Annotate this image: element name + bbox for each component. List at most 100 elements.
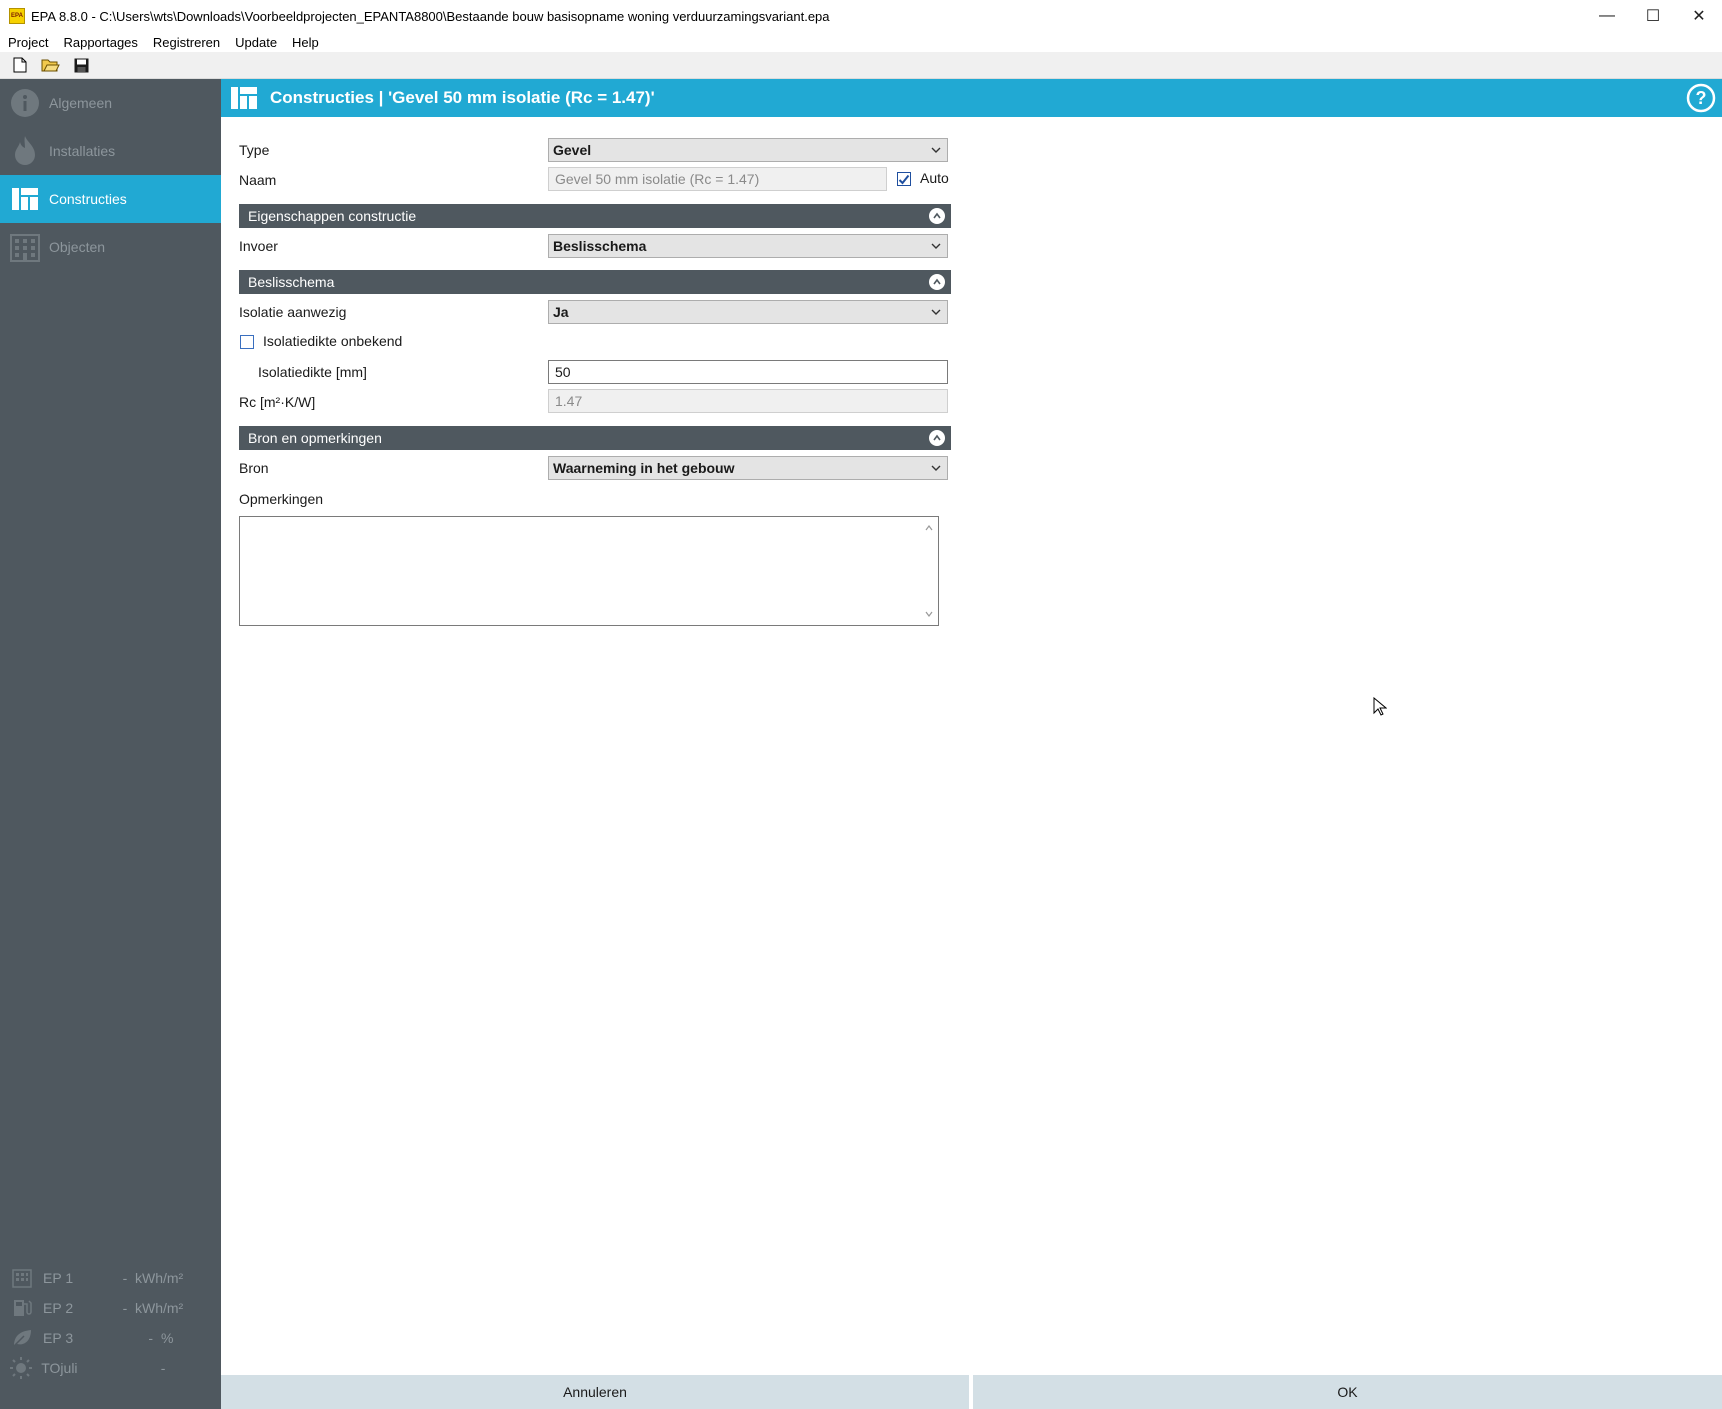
ep1-label: EP 1 xyxy=(43,1270,74,1286)
isolatiedikte-field[interactable]: 50 xyxy=(548,360,948,384)
menu-update[interactable]: Update xyxy=(227,35,284,50)
section-title: Bron en opmerkingen xyxy=(248,430,382,446)
invoer-label: Invoer xyxy=(239,238,278,254)
opmerkingen-textarea[interactable] xyxy=(239,516,939,626)
section-eigenschappen-constructie[interactable]: Eigenschappen constructie xyxy=(239,204,951,228)
ep3-label: EP 3 xyxy=(43,1330,74,1346)
fuel-pump-icon xyxy=(10,1296,34,1320)
building-icon xyxy=(10,1266,34,1290)
building-icon xyxy=(9,231,41,263)
sidebar-item-algemeen[interactable]: Algemeen xyxy=(0,79,221,127)
help-icon[interactable]: ? xyxy=(1686,83,1716,113)
minimize-button[interactable]: — xyxy=(1584,0,1630,32)
menu-bar: Project Rapportages Registreren Update H… xyxy=(0,32,1722,52)
leaf-icon xyxy=(10,1326,34,1350)
isolatiedikte-onbekend-checkbox[interactable] xyxy=(240,335,254,349)
type-label: Type xyxy=(239,142,270,158)
tojuli-label: TOjuli xyxy=(41,1360,78,1376)
isolatiedikte-value: 50 xyxy=(555,364,571,380)
chevron-down-icon xyxy=(931,147,941,153)
layout-icon xyxy=(230,84,258,112)
collapse-icon[interactable] xyxy=(929,430,945,446)
title-bar: EPA EPA 8.8.0 - C:\Users\wts\Downloads\V… xyxy=(0,0,1722,32)
ep1-unit: kWh/m² xyxy=(135,1270,184,1286)
ok-button[interactable]: OK xyxy=(973,1375,1722,1409)
ep3-unit: % xyxy=(161,1330,174,1346)
close-button[interactable]: ✕ xyxy=(1676,0,1722,32)
maximize-button[interactable]: ☐ xyxy=(1630,0,1676,32)
sidebar-item-label: Objecten xyxy=(49,239,106,255)
sidebar-item-label: Algemeen xyxy=(49,95,113,111)
bron-select-value: Waarneming in het gebouw xyxy=(553,460,735,476)
type-select[interactable]: Gevel xyxy=(548,138,948,162)
ep2-label: EP 2 xyxy=(43,1300,74,1316)
app-logo-icon: EPA xyxy=(9,8,25,24)
bron-select[interactable]: Waarneming in het gebouw xyxy=(548,456,948,480)
type-select-value: Gevel xyxy=(553,142,592,158)
bron-label: Bron xyxy=(239,460,269,476)
ep2-row: EP 2 - kWh/m² xyxy=(0,1293,221,1323)
section-title: Eigenschappen constructie xyxy=(248,208,417,224)
tojuli-row: TOjuli - xyxy=(0,1353,221,1383)
sidebar-item-objecten[interactable]: Objecten xyxy=(0,223,221,271)
ep1-value: - xyxy=(122,1270,128,1286)
rc-label: Rc [m²·K/W] xyxy=(239,394,316,410)
new-file-icon[interactable] xyxy=(10,56,29,74)
sidebar: Algemeen Installaties Constructies Objec… xyxy=(0,79,221,1409)
naam-field[interactable]: Gevel 50 mm isolatie (Rc = 1.47) xyxy=(548,167,887,191)
ep2-unit: kWh/m² xyxy=(135,1300,184,1316)
rc-value: 1.47 xyxy=(555,393,583,409)
scroll-up-icon[interactable] xyxy=(924,523,934,533)
ep1-row: EP 1 - kWh/m² xyxy=(0,1263,221,1293)
naam-field-value: Gevel 50 mm isolatie (Rc = 1.47) xyxy=(555,171,760,187)
save-icon[interactable] xyxy=(72,56,91,74)
isolatiedikte-label: Isolatiedikte [mm] xyxy=(258,364,367,380)
sidebar-item-constructies[interactable]: Constructies xyxy=(0,175,221,223)
checkmark-icon xyxy=(898,174,910,185)
chevron-down-icon xyxy=(931,465,941,471)
invoer-select-value: Beslisschema xyxy=(553,238,647,254)
naam-label: Naam xyxy=(239,172,277,188)
window-title: EPA 8.8.0 - C:\Users\wts\Downloads\Voorb… xyxy=(31,8,830,24)
ok-button-label: OK xyxy=(1337,1384,1358,1400)
isolatie-aanwezig-value: Ja xyxy=(553,304,569,320)
page-header: Constructies | 'Gevel 50 mm isolatie (Rc… xyxy=(221,79,1722,117)
flame-icon xyxy=(9,135,41,167)
sidebar-item-label: Constructies xyxy=(49,191,127,207)
toolbar xyxy=(0,52,1722,79)
page-title: Constructies | 'Gevel 50 mm isolatie (Rc… xyxy=(270,88,655,107)
menu-rapportages[interactable]: Rapportages xyxy=(55,35,144,50)
collapse-icon[interactable] xyxy=(929,274,945,290)
tojuli-value: - xyxy=(160,1360,166,1376)
mouse-cursor-icon xyxy=(1373,697,1387,716)
invoer-select[interactable]: Beslisschema xyxy=(548,234,948,258)
section-beslisschema[interactable]: Beslisschema xyxy=(239,270,951,294)
menu-registreren[interactable]: Registreren xyxy=(145,35,227,50)
scroll-down-icon[interactable] xyxy=(924,609,934,619)
ep2-value: - xyxy=(122,1300,128,1316)
cancel-button-label: Annuleren xyxy=(563,1384,627,1400)
section-title: Beslisschema xyxy=(248,274,335,290)
open-folder-icon[interactable] xyxy=(41,56,60,74)
collapse-icon[interactable] xyxy=(929,208,945,224)
layout-icon xyxy=(9,183,41,215)
sun-icon xyxy=(10,1356,33,1380)
chevron-down-icon xyxy=(931,309,941,315)
section-bron-en-opmerkingen[interactable]: Bron en opmerkingen xyxy=(239,426,951,450)
ep3-row: EP 3 - % xyxy=(0,1323,221,1353)
svg-text:?: ? xyxy=(1696,88,1707,108)
sidebar-item-installaties[interactable]: Installaties xyxy=(0,127,221,175)
menu-help[interactable]: Help xyxy=(284,35,326,50)
opmerkingen-label: Opmerkingen xyxy=(239,491,324,507)
cancel-button[interactable]: Annuleren xyxy=(221,1375,969,1409)
menu-project[interactable]: Project xyxy=(0,35,55,50)
chevron-down-icon xyxy=(931,243,941,249)
info-icon xyxy=(9,87,41,119)
isolatie-aanwezig-select[interactable]: Ja xyxy=(548,300,948,324)
isolatie-aanwezig-label: Isolatie aanwezig xyxy=(239,304,347,320)
auto-label: Auto xyxy=(920,170,949,186)
auto-checkbox[interactable] xyxy=(897,172,911,186)
rc-field[interactable]: 1.47 xyxy=(548,389,948,413)
window-controls: — ☐ ✕ xyxy=(1584,0,1722,32)
ep3-value: - xyxy=(148,1330,153,1346)
